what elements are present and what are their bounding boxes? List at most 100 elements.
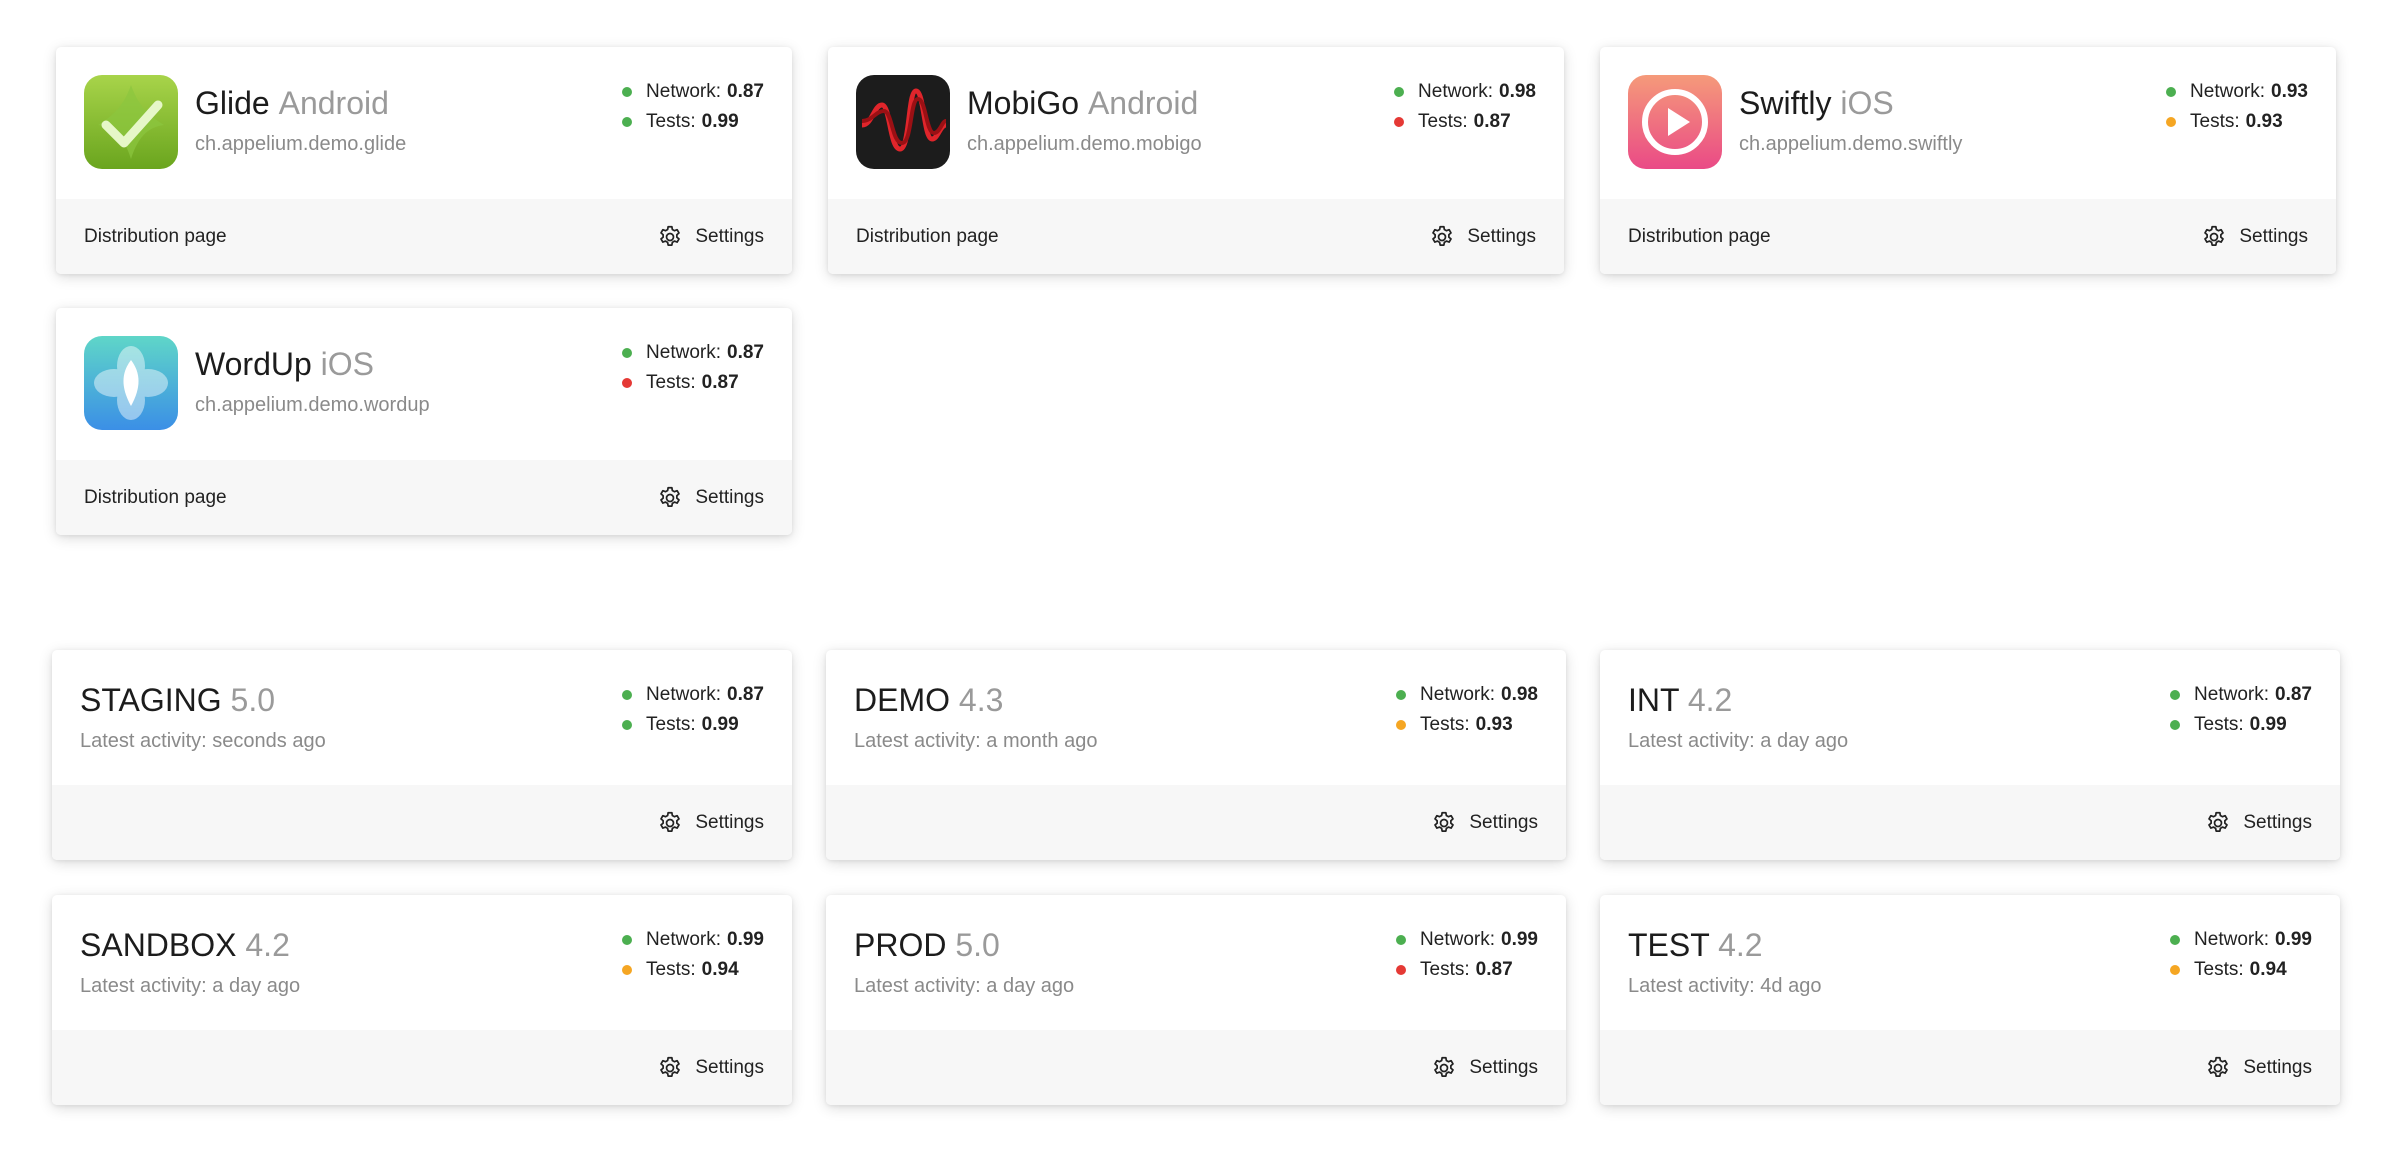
tests-value: 0.93 [2245, 111, 2283, 132]
environment-name: DEMO [854, 682, 950, 718]
settings-button[interactable]: Settings [1431, 1055, 1538, 1081]
tests-label: Tests: [646, 714, 696, 735]
settings-label: Settings [695, 225, 764, 247]
app-title: Glide Android [195, 85, 389, 122]
app-name: WordUp [195, 346, 312, 382]
app-title: WordUp iOS [195, 346, 374, 383]
environment-version: 4.2 [1718, 927, 1763, 963]
app-card-wordup: WordUp iOS ch.appelium.demo.wordup Netwo… [56, 308, 792, 535]
network-label: Network: [2194, 929, 2270, 950]
distribution-page-link[interactable]: Distribution page [84, 226, 227, 248]
network-label: Network: [646, 684, 722, 705]
app-package: ch.appelium.demo.mobigo [967, 133, 1202, 155]
settings-button[interactable]: Settings [2205, 810, 2312, 836]
gear-icon [657, 810, 683, 836]
network-value: 0.87 [727, 684, 764, 705]
tests-label: Tests: [2194, 714, 2244, 735]
settings-label: Settings [1467, 225, 1536, 247]
network-value: 0.99 [727, 929, 764, 950]
settings-button[interactable]: Settings [657, 224, 764, 250]
network-status-dot [622, 87, 633, 97]
app-card-glide: Glide Android ch.appelium.demo.glide Net… [56, 47, 792, 274]
network-label: Network: [646, 342, 722, 363]
latest-activity: Latest activity: a month ago [854, 730, 1098, 752]
environment-title: INT 4.2 [1628, 682, 1732, 719]
environment-card-staging: STAGING 5.0 Latest activity: seconds ago… [52, 650, 792, 860]
tests-value: 0.93 [1475, 714, 1513, 735]
gear-icon [657, 1055, 683, 1081]
app-platform: Android [1087, 85, 1199, 121]
environment-title: SANDBOX 4.2 [80, 927, 290, 964]
network-label: Network: [2190, 81, 2266, 102]
tests-status-dot [622, 965, 633, 975]
gear-icon [657, 224, 683, 250]
environment-card-test: TEST 4.2 Latest activity: 4d ago Network… [1600, 895, 2340, 1105]
network-value: 0.87 [727, 81, 764, 102]
network-metric: Network: 0.87 [2170, 680, 2312, 710]
network-value: 0.87 [2275, 684, 2312, 705]
latest-activity: Latest activity: a day ago [80, 975, 301, 997]
tests-label: Tests: [646, 372, 696, 393]
latest-activity: Latest activity: a day ago [1628, 730, 1849, 752]
environment-metrics: Network: 0.87 Tests: 0.99 [2170, 680, 2312, 740]
distribution-page-link[interactable]: Distribution page [1628, 226, 1771, 248]
distribution-page-link[interactable]: Distribution page [856, 226, 999, 248]
tests-value: 0.99 [701, 111, 739, 132]
tests-metric: Tests: 0.94 [622, 955, 764, 985]
environment-version: 4.2 [245, 927, 290, 963]
environment-card-footer: Settings [826, 785, 1566, 860]
swiftly-play-icon [1628, 75, 1722, 169]
settings-button[interactable]: Settings [657, 485, 764, 511]
app-name: MobiGo [967, 85, 1080, 121]
app-card-mobigo: MobiGo Android ch.appelium.demo.mobigo N… [828, 47, 1564, 274]
tests-label: Tests: [646, 111, 696, 132]
settings-button[interactable]: Settings [1429, 224, 1536, 250]
network-metric: Network: 0.87 [622, 77, 764, 107]
tests-value: 0.87 [1475, 959, 1513, 980]
network-value: 0.98 [1501, 684, 1538, 705]
tests-value: 0.99 [701, 714, 739, 735]
gear-icon [1429, 224, 1455, 250]
tests-status-dot [2170, 720, 2181, 730]
tests-metric: Tests: 0.87 [622, 368, 764, 398]
app-package: ch.appelium.demo.wordup [195, 394, 430, 416]
settings-button[interactable]: Settings [2205, 1055, 2312, 1081]
app-platform: iOS [1840, 85, 1894, 121]
network-status-dot [1396, 690, 1407, 700]
environment-version: 5.0 [230, 682, 276, 718]
network-label: Network: [646, 929, 722, 950]
distribution-page-link[interactable]: Distribution page [84, 487, 227, 509]
tests-label: Tests: [2194, 959, 2244, 980]
app-package: ch.appelium.demo.glide [195, 133, 407, 155]
settings-button[interactable]: Settings [1431, 810, 1538, 836]
environment-card-sandbox: SANDBOX 4.2 Latest activity: a day ago N… [52, 895, 792, 1105]
latest-activity: Latest activity: a day ago [854, 975, 1075, 997]
network-status-dot [1394, 87, 1405, 97]
glide-checkmark-icon [84, 75, 178, 169]
environment-metrics: Network: 0.99 Tests: 0.87 [1396, 925, 1538, 985]
environment-metrics: Network: 0.98 Tests: 0.93 [1396, 680, 1538, 740]
app-card-footer: Distribution page Settings [56, 460, 792, 535]
settings-button[interactable]: Settings [2201, 224, 2308, 250]
environment-metrics: Network: 0.87 Tests: 0.99 [622, 680, 764, 740]
network-value: 0.99 [1501, 929, 1538, 950]
environment-card-demo: DEMO 4.3 Latest activity: a month ago Ne… [826, 650, 1566, 860]
network-label: Network: [1420, 929, 1496, 950]
tests-metric: Tests: 0.93 [1396, 710, 1538, 740]
app-platform: Android [278, 85, 389, 121]
environment-title: PROD 5.0 [854, 927, 1000, 964]
environment-name: TEST [1628, 927, 1710, 963]
settings-label: Settings [1469, 811, 1538, 833]
app-metrics: Network: 0.87 Tests: 0.99 [622, 77, 764, 137]
settings-button[interactable]: Settings [657, 810, 764, 836]
app-title: Swiftly iOS [1739, 85, 1894, 122]
environment-card-footer: Settings [52, 1030, 792, 1105]
tests-label: Tests: [1418, 111, 1468, 132]
tests-metric: Tests: 0.99 [2170, 710, 2312, 740]
environment-metrics: Network: 0.99 Tests: 0.94 [2170, 925, 2312, 985]
network-metric: Network: 0.98 [1396, 680, 1538, 710]
tests-label: Tests: [646, 959, 696, 980]
tests-label: Tests: [2190, 111, 2240, 132]
settings-button[interactable]: Settings [657, 1055, 764, 1081]
environment-name: STAGING [80, 682, 222, 718]
